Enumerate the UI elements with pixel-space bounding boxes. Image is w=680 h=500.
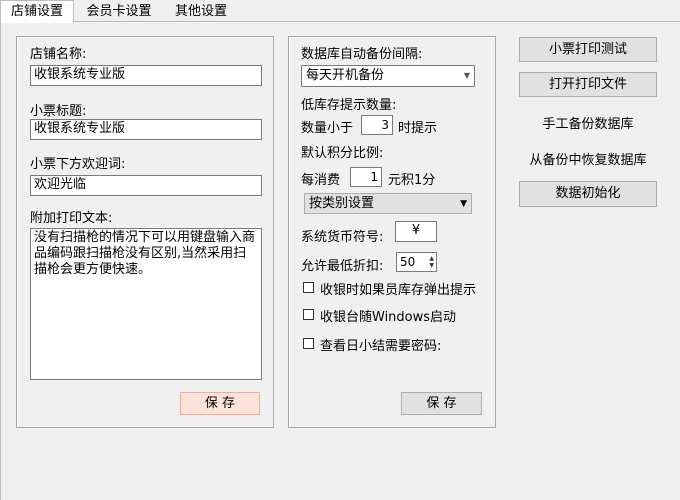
extra-print-text-area[interactable]: 没有扫描枪的情况下可以用键盘输入商品编码跟扫描枪没有区别,当然采用扫描枪会更方便… <box>30 228 262 380</box>
stock-popup-checkbox[interactable] <box>303 282 314 293</box>
currency-symbol-label: 系统货币符号: <box>301 230 384 245</box>
options-save-button[interactable]: 保 存 <box>401 392 482 415</box>
restore-backup-button[interactable]: 从备份中恢复数据库 <box>509 149 667 168</box>
shop-name-label: 店铺名称: <box>30 47 87 62</box>
shop-save-button[interactable]: 保 存 <box>180 392 260 415</box>
receipt-title-input[interactable]: 收银系统专业版 <box>30 119 262 140</box>
welcome-text-label: 小票下方欢迎词: <box>30 157 126 172</box>
tab-other-settings[interactable]: 其他设置 <box>166 2 236 21</box>
min-discount-stepper[interactable]: 50 ▲ ▼ <box>396 252 437 272</box>
low-stock-label: 低库存提示数量: <box>301 98 397 113</box>
min-discount-label: 允许最低折扣: <box>301 259 384 274</box>
data-init-button[interactable]: 数据初始化 <box>519 181 657 207</box>
welcome-text-input[interactable]: 欢迎光临 <box>30 175 262 196</box>
print-test-button[interactable]: 小票打印测试 <box>519 37 657 62</box>
tab-strip: 店铺设置 会员卡设置 其他设置 <box>0 0 680 23</box>
chevron-down-icon: ▼ <box>463 71 470 80</box>
tab-member-card-settings[interactable]: 会员卡设置 <box>76 2 162 21</box>
points-suffix: 元积1分 <box>388 173 436 188</box>
daily-summary-password-label: 查看日小结需要密码: <box>320 339 442 354</box>
category-mode-value: 按类别设置 <box>309 196 375 211</box>
points-prefix: 每消费 <box>301 173 341 188</box>
stock-popup-label: 收银时如果员库存弹出提示 <box>320 283 477 298</box>
low-stock-qty-input[interactable]: 3 <box>361 115 393 135</box>
manual-backup-button[interactable]: 手工备份数据库 <box>519 113 657 132</box>
daily-summary-password-checkbox[interactable] <box>303 338 314 349</box>
points-ratio-input[interactable]: 1 <box>350 167 382 187</box>
tab-shop-settings[interactable]: 店铺设置 <box>0 0 74 23</box>
chevron-down-icon: ▼ <box>460 199 467 209</box>
open-print-file-button[interactable]: 打开打印文件 <box>519 72 657 97</box>
currency-symbol-input[interactable]: ¥ <box>395 221 437 242</box>
receipt-title-label: 小票标题: <box>30 104 87 119</box>
backup-interval-value: 每天开机备份 <box>306 68 385 83</box>
low-stock-prefix: 数量小于 <box>301 121 354 136</box>
backup-interval-select[interactable]: 每天开机备份 ▼ <box>301 65 475 87</box>
autostart-label: 收银台随Windows启动 <box>320 310 457 325</box>
backup-interval-label: 数据库自动备份间隔: <box>301 47 423 62</box>
low-stock-suffix: 时提示 <box>398 121 438 136</box>
category-mode-select[interactable]: 按类别设置 ▼ <box>304 193 472 214</box>
points-ratio-label: 默认积分比例: <box>301 146 384 161</box>
chevron-down-icon[interactable]: ▼ <box>429 263 434 269</box>
extra-print-text-label: 附加打印文本: <box>30 211 113 226</box>
autostart-checkbox[interactable] <box>303 309 314 320</box>
shop-name-input[interactable]: 收银系统专业版 <box>30 65 262 86</box>
min-discount-value: 50 <box>400 255 416 269</box>
